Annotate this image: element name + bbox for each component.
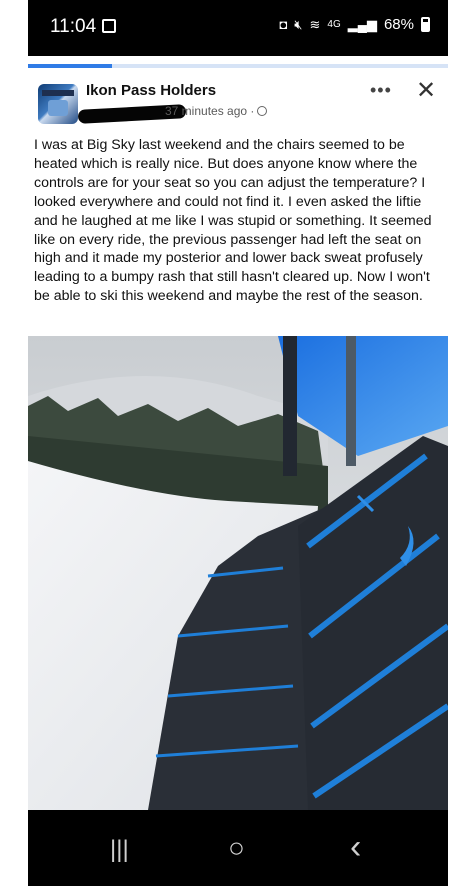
network-label: 4G [327, 19, 341, 30]
battery-percent: 68% [383, 16, 414, 33]
shield-icon: ◘ [279, 17, 288, 32]
post-timestamp[interactable]: 37 minutes ago · [165, 104, 254, 118]
chairlift-seat-illustration [28, 336, 448, 810]
group-avatar[interactable] [38, 84, 78, 124]
android-nav-bar: ||| ○ ‹ [28, 810, 448, 886]
signal-icon: ▂▄▆ [347, 16, 377, 32]
mute-icon: 🔇︎ [294, 16, 303, 32]
battery-icon [421, 17, 430, 32]
wifi-icon: ≋ [309, 16, 321, 32]
more-options-button[interactable]: ••• [370, 80, 392, 101]
image-icon [102, 19, 116, 33]
status-bar: 11:04 ◘ 🔇︎ ≋ 4G ▂▄▆ 68% [28, 0, 448, 56]
group-name-link[interactable]: Ikon Pass Holders [86, 82, 216, 99]
status-icons: ◘ 🔇︎ ≋ 4G ▂▄▆ 68% [279, 16, 430, 33]
close-button[interactable]: ✕ [416, 76, 436, 105]
facebook-post: Ikon Pass Holders 37 minutes ago · ••• ✕… [28, 68, 448, 810]
post-body-text: I was at Big Sky last weekend and the ch… [34, 137, 432, 305]
phone-screen: 11:04 ◘ 🔇︎ ≋ 4G ▂▄▆ 68% Ikon Pass Holder… [28, 0, 448, 886]
post-meta: 37 minutes ago · [165, 104, 268, 118]
post-header: Ikon Pass Holders 37 minutes ago · ••• ✕ [28, 68, 448, 132]
status-time: 11:04 [50, 16, 97, 37]
screenshot-right-margin [448, 0, 474, 886]
post-photo[interactable] [28, 336, 448, 810]
globe-icon [257, 106, 268, 116]
recents-button[interactable]: ||| [110, 836, 129, 864]
back-button[interactable]: ‹ [350, 828, 361, 867]
home-button[interactable]: ○ [228, 832, 245, 864]
screenshot-left-margin [0, 0, 28, 886]
